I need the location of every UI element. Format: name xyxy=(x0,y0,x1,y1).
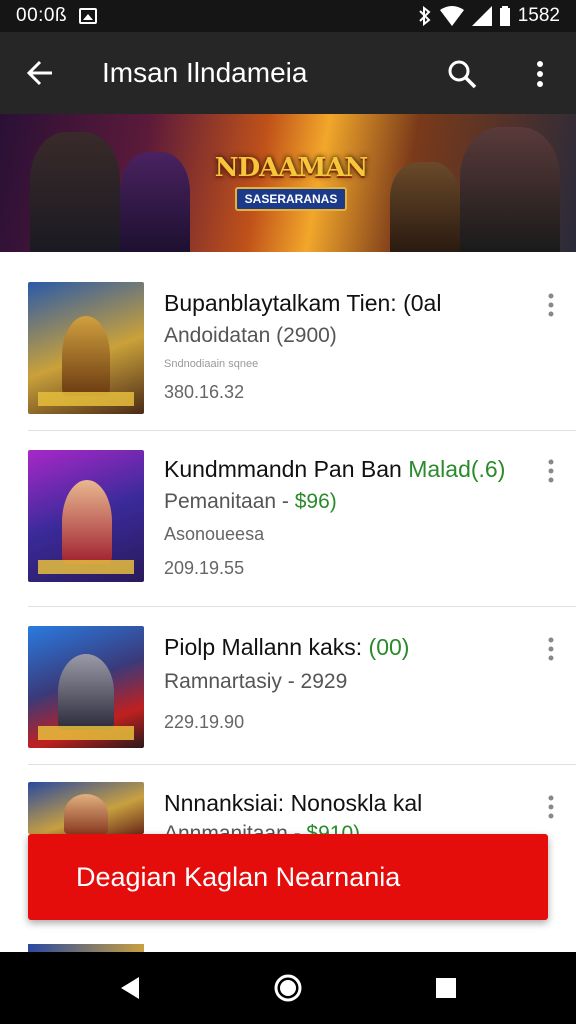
list-item[interactable]: Kundmmandn Pan Ban Malad(.6) Pemanitaan … xyxy=(0,450,576,606)
banner-hero-center-left xyxy=(120,152,190,252)
banner-hero-far-right xyxy=(460,127,560,252)
item-title: Nnnanksiai: Nonoskla kal xyxy=(164,790,423,816)
list-item[interactable]: Piolp Mallann kaks: (00) Ramnartasiy - 2… xyxy=(0,624,576,780)
banner-logo: NDAAMAN SASERARANAS xyxy=(212,134,370,230)
image-notification-icon xyxy=(79,8,98,24)
bluetooth-icon xyxy=(419,6,431,26)
divider xyxy=(28,606,576,607)
nav-home-icon xyxy=(274,974,302,1002)
item-subtitle: Pemanitaan - $96) xyxy=(164,490,337,514)
item-subtitle: Ramnartasiy - 2929 xyxy=(164,670,348,693)
item-title-text: Piolp Mallann kaks: xyxy=(164,634,369,660)
nav-back-button[interactable] xyxy=(110,968,150,1008)
navigation-bar xyxy=(0,952,576,1024)
primary-action-button[interactable]: Deagian Kaglan Nearnania xyxy=(28,834,548,920)
item-price: $96) xyxy=(294,490,337,513)
item-menu-button[interactable] xyxy=(538,456,564,486)
page-title: Imsan Ilndameia xyxy=(102,57,308,88)
status-bar: 00:0ß 1582 xyxy=(0,0,576,32)
search-icon xyxy=(448,60,477,89)
item-title: Kundmmandn Pan Ban Malad(.6) xyxy=(164,456,505,483)
app-bar: Imsan Ilndameia xyxy=(0,32,576,114)
more-vert-icon xyxy=(548,795,554,819)
item-title: Bupanblaytalkam Tien: (0al xyxy=(164,290,442,316)
signal-icon xyxy=(471,6,492,26)
item-title: Piolp Mallann kaks: (00) xyxy=(164,634,409,661)
game-thumbnail xyxy=(28,282,144,414)
item-title-accent: (00) xyxy=(368,634,410,660)
item-title-text: Kundmmandn Pan Ban xyxy=(164,456,409,482)
more-vert-icon xyxy=(548,637,554,661)
banner-hero-left xyxy=(30,132,120,252)
banner-hero-right xyxy=(390,162,460,252)
item-title-accent: Malad(.6) xyxy=(408,456,506,482)
nav-recents-icon xyxy=(436,978,456,998)
list-item[interactable]: Bupanblaytalkam Tien: (0al Andoidatan (2… xyxy=(0,280,576,436)
banner-logo-subtitle: SASERARANAS xyxy=(234,187,348,211)
item-tagline: Sndnodiaain sqnee xyxy=(164,358,259,370)
item-subtitle-text: Pemanitaan - xyxy=(164,490,295,513)
item-meta: 209.19.55 xyxy=(164,558,245,578)
status-time: 00:0ß xyxy=(16,5,68,26)
game-thumbnail xyxy=(28,626,144,748)
item-menu-button[interactable] xyxy=(538,634,564,664)
nav-recents-button[interactable] xyxy=(426,968,466,1008)
arrow-back-icon xyxy=(26,60,52,86)
item-menu-button[interactable] xyxy=(538,792,564,822)
nav-back-icon xyxy=(121,977,139,999)
game-thumbnail xyxy=(28,450,144,582)
divider xyxy=(28,764,576,765)
item-subtitle: Andoidatan (2900) xyxy=(164,324,337,347)
banner-logo-title: NDAAMAN xyxy=(214,153,368,183)
game-thumbnail xyxy=(28,782,144,834)
more-vert-icon xyxy=(537,61,543,87)
item-meta: 229.19.90 xyxy=(164,712,245,732)
battery-icon xyxy=(499,6,510,26)
divider xyxy=(28,430,576,431)
item-menu-button[interactable] xyxy=(538,290,564,320)
item-meta: 380.16.32 xyxy=(164,382,245,402)
more-vert-icon xyxy=(548,293,554,317)
back-button[interactable] xyxy=(0,32,80,114)
promo-banner[interactable]: NDAAMAN SASERARANAS xyxy=(0,114,576,252)
nav-home-button[interactable] xyxy=(268,968,308,1008)
wifi-icon xyxy=(439,6,464,26)
more-vert-icon xyxy=(548,459,554,483)
item-category: Asonoueesa xyxy=(164,524,265,544)
status-icons: 1582 xyxy=(418,5,560,27)
search-button[interactable] xyxy=(440,52,484,96)
battery-percent: 1582 xyxy=(517,5,560,26)
overflow-menu-button[interactable] xyxy=(520,52,560,96)
list-item-partial[interactable] xyxy=(28,944,144,952)
